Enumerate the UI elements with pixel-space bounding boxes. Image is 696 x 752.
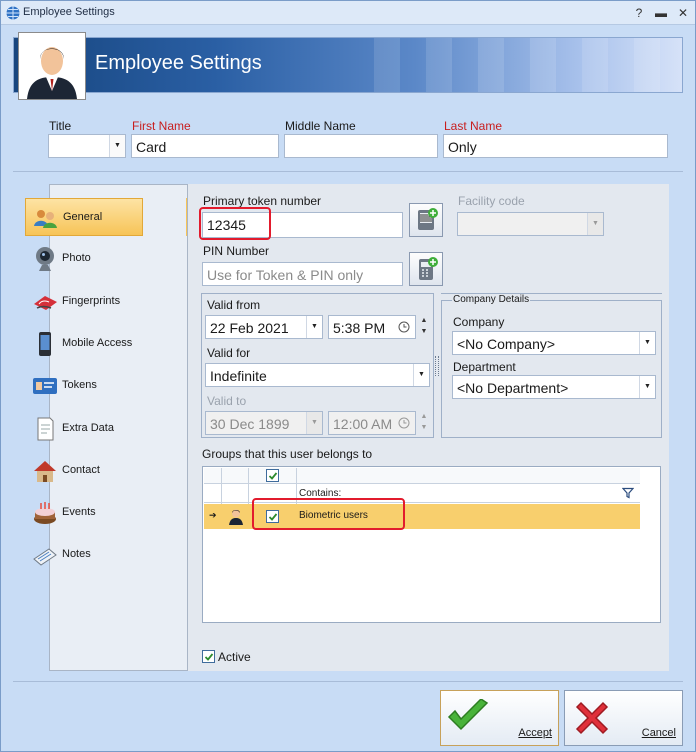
- valid-to-label: Valid to: [207, 394, 247, 408]
- note-icon: [31, 415, 59, 443]
- groups-grid: Contains: ➔ Biometric users: [202, 466, 661, 623]
- cross-icon: [575, 701, 609, 735]
- sidebar-item-label: Mobile Access: [62, 336, 133, 349]
- sidebar-item-notes[interactable]: Notes: [25, 536, 143, 574]
- sidebar-item-label: Extra Data: [62, 421, 114, 434]
- group-user-icon: [229, 509, 243, 525]
- keypad-add-icon: [419, 257, 438, 280]
- sidebar-item-label: Contact: [62, 463, 100, 476]
- filter-icon[interactable]: [622, 487, 634, 499]
- app-globe-icon: [6, 6, 20, 20]
- sidebar-item-label: Notes: [62, 548, 91, 561]
- sidebar-item-mobile-access[interactable]: Mobile Access: [25, 325, 143, 363]
- last-name-field[interactable]: Only: [443, 134, 668, 158]
- chevron-down-icon[interactable]: ▼: [109, 135, 125, 157]
- chevron-down-icon: ▼: [587, 213, 603, 235]
- help-button[interactable]: ?: [629, 4, 649, 22]
- fingerprint-icon: [31, 288, 59, 316]
- sidebar-item-label: Fingerprints: [62, 294, 121, 307]
- house-icon: [31, 457, 59, 485]
- time-spinner: ▲ ▼: [420, 413, 428, 431]
- title-bar: Employee Settings ? ▬ ✕: [1, 1, 695, 25]
- valid-from-label: Valid from: [207, 298, 261, 312]
- add-pin-button[interactable]: [409, 252, 443, 286]
- cancel-button[interactable]: Cancel: [564, 690, 683, 746]
- employee-avatar: [18, 32, 86, 100]
- accept-label: Accept: [518, 727, 552, 739]
- row-pointer-icon: ➔: [209, 510, 217, 520]
- active-checkbox[interactable]: [202, 650, 215, 663]
- cancel-label: Cancel: [641, 727, 676, 739]
- cake-icon: [31, 499, 59, 527]
- webcam-icon: [31, 245, 59, 273]
- time-spinner[interactable]: ▲ ▼: [417, 315, 431, 339]
- first-name-field[interactable]: Card: [131, 134, 279, 158]
- divider: [13, 681, 683, 682]
- page-title: Employee Settings: [95, 52, 262, 74]
- company-details-title: Company Details: [452, 294, 531, 305]
- sidebar-item-label: Photo: [62, 252, 91, 265]
- middle-name-field[interactable]: [284, 134, 438, 158]
- active-label: Active: [218, 650, 251, 664]
- sidebar-item-extra-data[interactable]: Extra Data: [25, 410, 143, 448]
- chevron-down-icon[interactable]: ▼: [413, 364, 429, 386]
- token-callout: [199, 207, 271, 240]
- chevron-down-icon[interactable]: ▼: [639, 332, 655, 354]
- sidebar-item-label: Tokens: [62, 379, 97, 392]
- scan-token-button[interactable]: [409, 203, 443, 237]
- chevron-down-icon[interactable]: ▼: [639, 376, 655, 398]
- sidebar-item-contact[interactable]: Contact: [25, 452, 143, 490]
- pin-input[interactable]: Use for Token & PIN only: [202, 262, 403, 286]
- group-callout: [252, 498, 405, 530]
- facility-code-label: Facility code: [458, 194, 525, 208]
- sidebar-item-photo[interactable]: Photo: [25, 240, 143, 278]
- department-label: Department: [453, 360, 516, 374]
- last-name-label: Last Name: [444, 119, 503, 133]
- barcode-add-icon: [418, 208, 438, 230]
- sidebar-item-label: Events: [62, 506, 96, 519]
- department-select[interactable]: <No Department>: [452, 375, 656, 399]
- sidebar-item-general[interactable]: General: [25, 198, 143, 236]
- sidebar-item-events[interactable]: Events: [25, 494, 143, 532]
- notes-icon: [31, 541, 59, 569]
- title-label: Title: [49, 119, 72, 133]
- divider: [13, 171, 683, 172]
- pin-label: PIN Number: [203, 244, 270, 258]
- businessman-icon: [27, 47, 77, 99]
- phone-icon: [31, 330, 59, 358]
- sidebar-item-label: General: [63, 211, 103, 223]
- clock-icon[interactable]: [398, 321, 410, 333]
- card-icon: [31, 372, 59, 400]
- company-label: Company: [453, 315, 505, 329]
- window-title: Employee Settings: [23, 6, 115, 18]
- select-all-checkbox[interactable]: [266, 469, 279, 482]
- facility-code-select: ▼: [457, 212, 604, 236]
- people-icon: [32, 204, 60, 232]
- valid-for-label: Valid for: [207, 346, 251, 360]
- primary-token-label: Primary token number: [203, 194, 322, 208]
- first-name-label: First Name: [132, 119, 191, 133]
- sidebar-item-fingerprints[interactable]: Fingerprints: [25, 283, 143, 321]
- title-select[interactable]: ▼: [48, 134, 126, 158]
- checkmark-icon: [447, 699, 489, 731]
- groups-label: Groups that this user belongs to: [202, 447, 373, 461]
- calendar-dropdown-icon: ▼: [306, 412, 322, 434]
- close-button[interactable]: ✕: [673, 4, 693, 22]
- accept-button[interactable]: Accept: [440, 690, 559, 746]
- splitter-handle[interactable]: [435, 356, 439, 376]
- calendar-dropdown-icon[interactable]: ▼: [306, 316, 322, 338]
- minimize-button[interactable]: ▬: [651, 4, 671, 22]
- company-select[interactable]: <No Company>: [452, 331, 656, 355]
- valid-for-select[interactable]: Indefinite: [205, 363, 430, 387]
- clock-icon: [398, 417, 410, 429]
- sidebar-item-tokens[interactable]: Tokens: [25, 367, 143, 405]
- middle-name-label: Middle Name: [285, 119, 356, 133]
- employee-settings-window: Employee Settings ? ▬ ✕ Employee Setting…: [0, 0, 696, 752]
